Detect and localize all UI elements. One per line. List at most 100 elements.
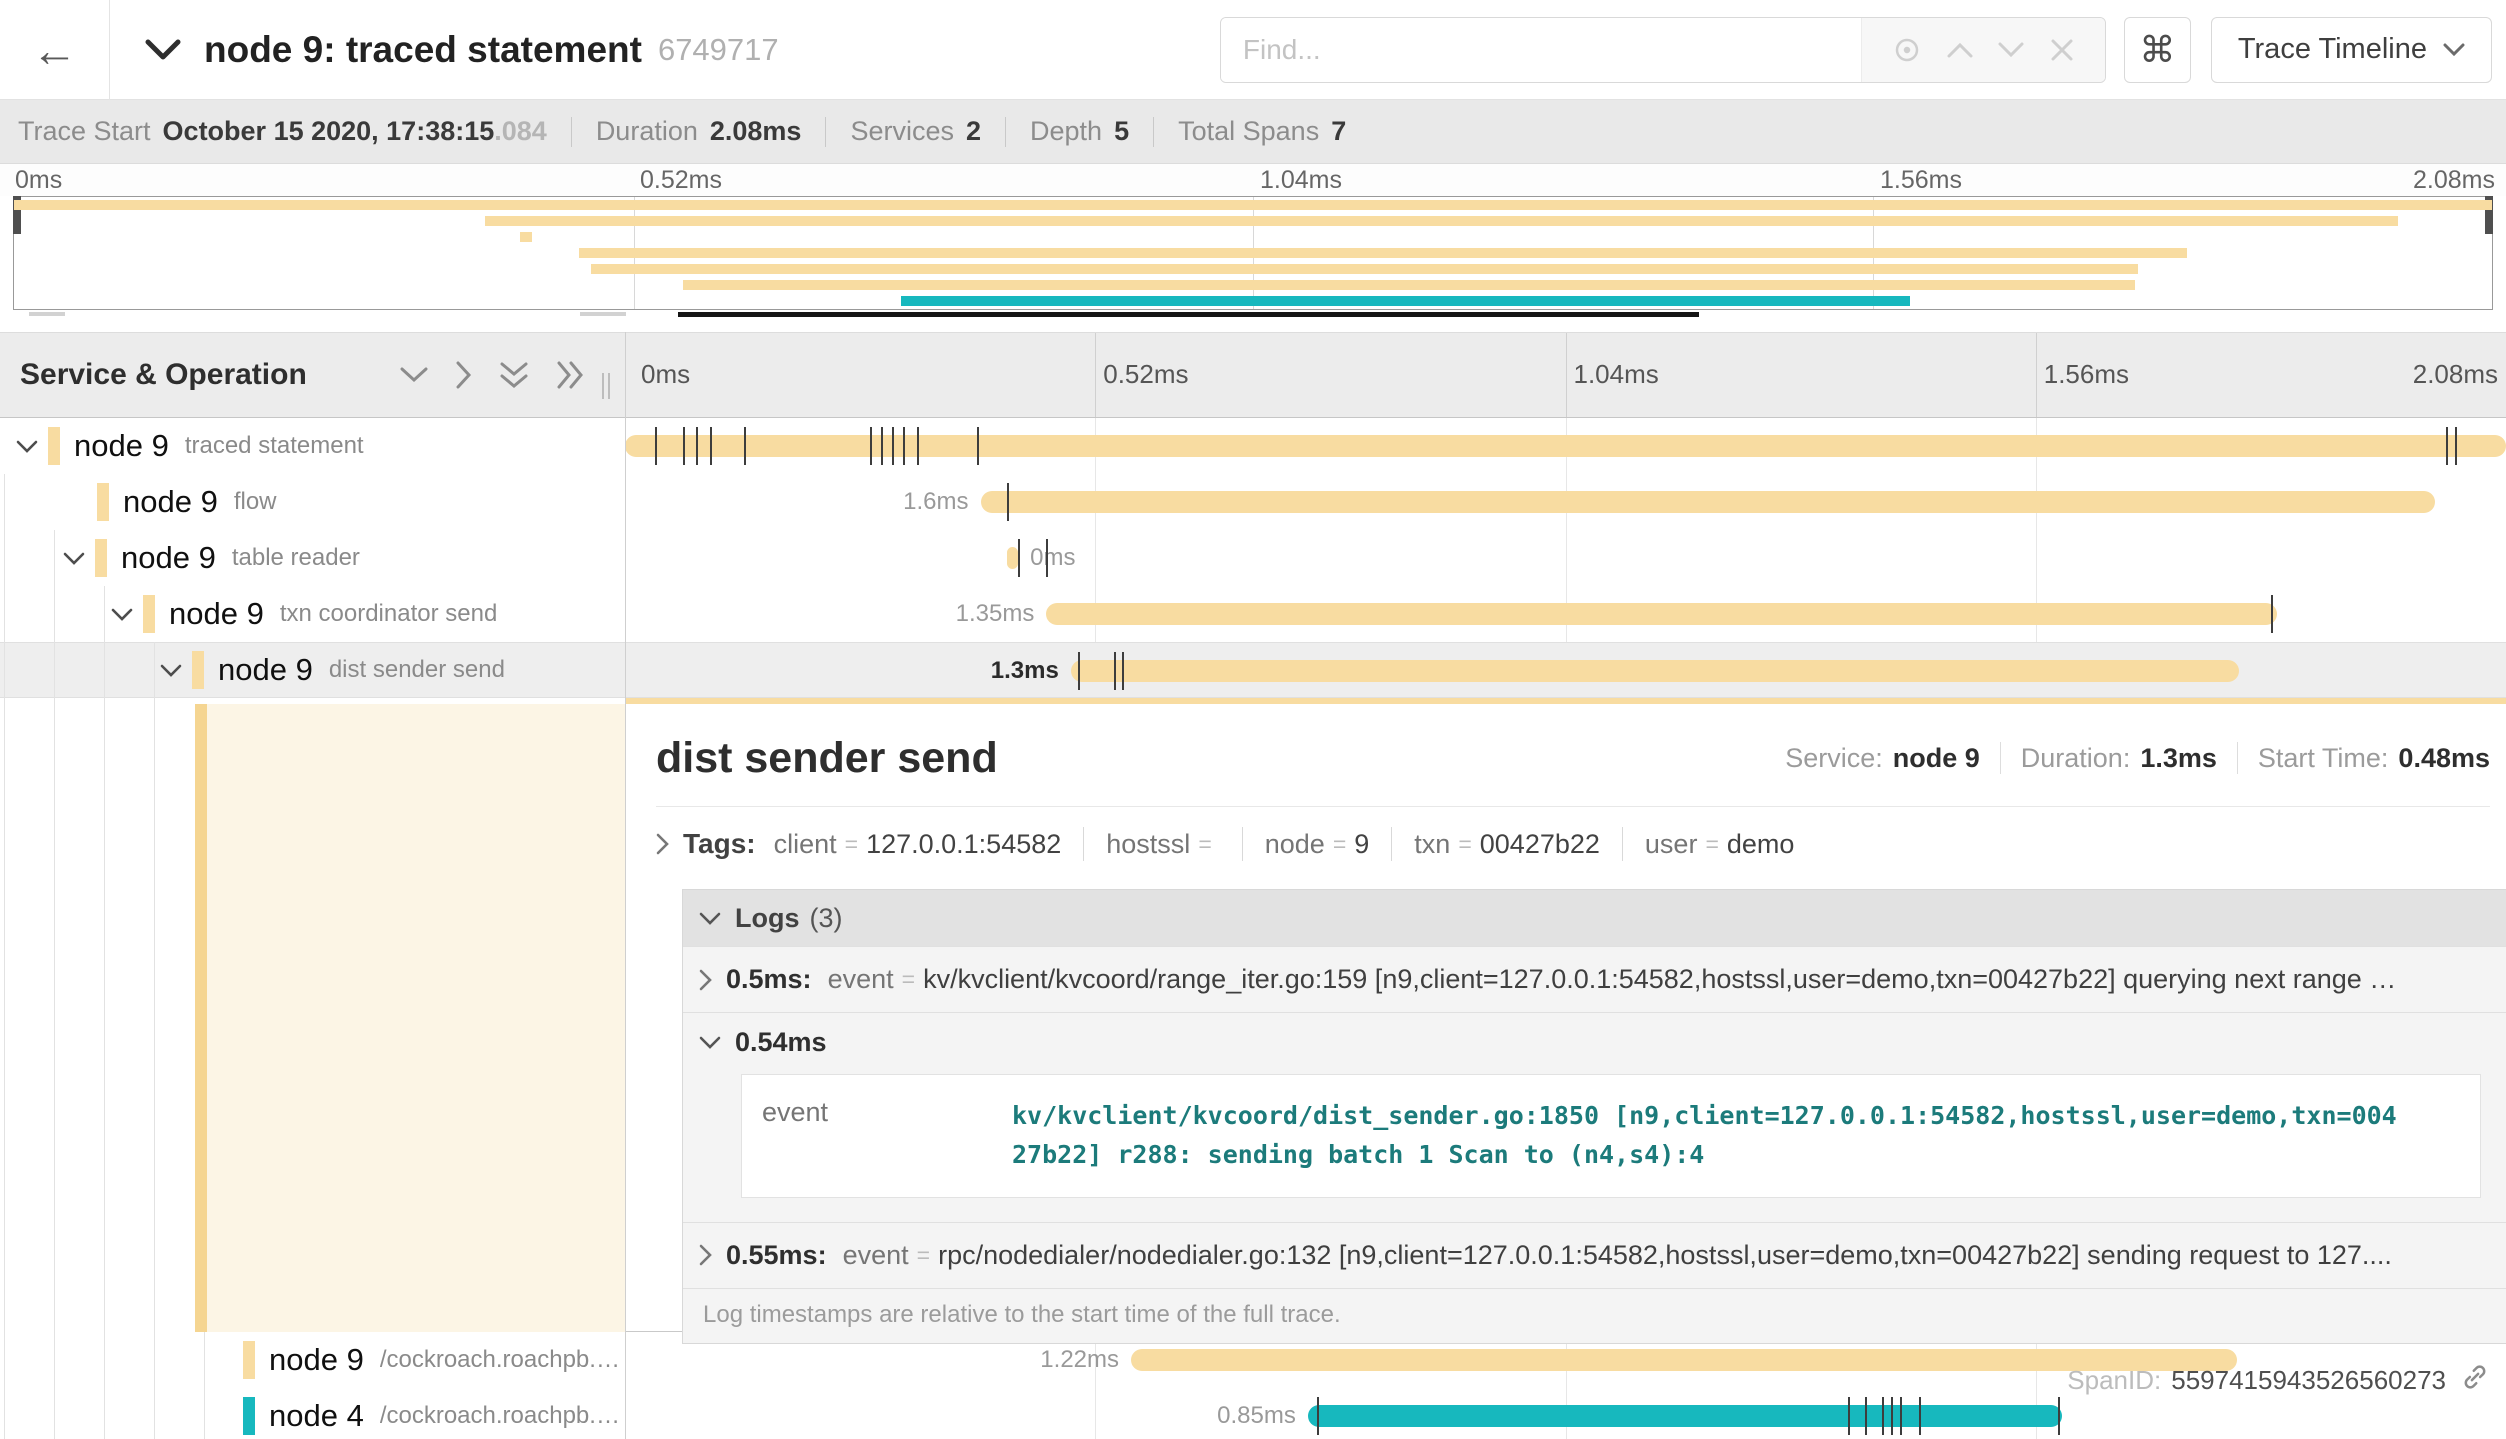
header-actions: ⌘ Trace Timeline bbox=[1220, 17, 2506, 83]
trace-collapse-toggle[interactable] bbox=[144, 38, 182, 62]
timeline-cell[interactable]: 1.35ms bbox=[625, 586, 2506, 642]
service-name[interactable]: node 9 bbox=[169, 596, 264, 632]
log-entry-collapsed[interactable]: 0.55ms: event = rpc/nodedialer/nodediale… bbox=[683, 1222, 2506, 1288]
command-icon: ⌘ bbox=[2139, 29, 2175, 71]
log-marker-tick bbox=[892, 427, 894, 465]
service-name[interactable]: node 9 bbox=[123, 484, 218, 520]
span-row-txn-coordinator-send[interactable]: node 9 txn coordinator send 1.35ms bbox=[0, 586, 2506, 642]
tags-label: Tags: bbox=[683, 828, 756, 860]
operation-name[interactable]: dist sender send bbox=[329, 656, 505, 684]
service-color-swatch bbox=[97, 483, 109, 521]
find-input[interactable] bbox=[1221, 18, 1861, 82]
tag-value: demo bbox=[1727, 829, 1795, 860]
selected-span-accent-bar bbox=[195, 704, 207, 1332]
chevron-down-icon bbox=[699, 912, 721, 925]
collapse-one-icon[interactable] bbox=[399, 366, 429, 384]
operation-name[interactable]: /cockroach.roachpb.I… bbox=[380, 1346, 625, 1374]
column-resize-handle[interactable] bbox=[602, 373, 614, 399]
find-box bbox=[1220, 17, 2106, 83]
tag-key: client bbox=[774, 829, 837, 860]
span-toggle-icon[interactable] bbox=[160, 664, 182, 677]
logs-title: Logs bbox=[735, 903, 800, 934]
minimap-span bbox=[901, 296, 1910, 306]
minimap-focus-bar[interactable] bbox=[678, 312, 1700, 317]
log-marker-tick bbox=[881, 427, 883, 465]
logs-header[interactable]: Logs (3) bbox=[683, 890, 2506, 946]
timeline-cell[interactable]: 0ms bbox=[625, 530, 2506, 586]
operation-name[interactable]: table reader bbox=[232, 544, 360, 572]
tags-accordion[interactable]: Tags: client=127.0.0.1:54582 hostssl= no… bbox=[656, 813, 2490, 875]
deep-link-icon[interactable] bbox=[2460, 1362, 2490, 1399]
info-label: Depth bbox=[1030, 116, 1102, 147]
stat-label: Duration: bbox=[2021, 743, 2131, 774]
span-bar[interactable] bbox=[1007, 547, 1018, 569]
service-color-swatch bbox=[143, 595, 155, 633]
operation-name[interactable]: txn coordinator send bbox=[280, 600, 497, 628]
log-timestamp: 0.54ms bbox=[735, 1027, 827, 1058]
view-selector-button[interactable]: Trace Timeline bbox=[2211, 17, 2492, 83]
log-keyvalue-table: event kv/kvclient/kvcoord/dist_sender.go… bbox=[741, 1074, 2481, 1198]
service-name[interactable]: node 9 bbox=[269, 1342, 364, 1378]
expand-all-icon[interactable] bbox=[555, 360, 585, 390]
expand-one-icon[interactable] bbox=[455, 360, 473, 390]
span-bar[interactable] bbox=[625, 435, 2506, 457]
minimap-canvas[interactable] bbox=[13, 196, 2493, 310]
tag-equals: = bbox=[845, 831, 858, 858]
service-name[interactable]: node 9 bbox=[218, 652, 313, 688]
trace-id: 6749717 bbox=[658, 32, 779, 68]
span-row-traced-statement[interactable]: node 9 traced statement bbox=[0, 418, 2506, 474]
log-value[interactable]: kv/kvclient/kvcoord/dist_sender.go:1850 … bbox=[992, 1075, 2422, 1197]
timeline-cell[interactable]: 1.3ms bbox=[625, 643, 2506, 697]
log-marker-tick bbox=[903, 427, 905, 465]
collapse-all-icon[interactable] bbox=[499, 360, 529, 390]
operation-name[interactable]: traced statement bbox=[185, 432, 364, 460]
service-name[interactable]: node 9 bbox=[74, 428, 169, 464]
service-color-swatch bbox=[95, 539, 107, 577]
keyboard-shortcuts-button[interactable]: ⌘ bbox=[2124, 17, 2191, 83]
span-toggle-icon[interactable] bbox=[111, 608, 133, 621]
logs-footer-note: Log timestamps are relative to the start… bbox=[683, 1288, 2506, 1343]
tree-cell: node 9 /cockroach.roachpb.I… bbox=[0, 1332, 625, 1388]
timeline-cell[interactable] bbox=[625, 418, 2506, 474]
minimap-span bbox=[14, 200, 2492, 210]
column-divider[interactable] bbox=[625, 332, 626, 1439]
chevron-down-icon bbox=[699, 1036, 721, 1049]
find-next-icon[interactable] bbox=[1997, 41, 2025, 59]
log-marker-tick bbox=[870, 427, 872, 465]
log-marker-tick bbox=[2446, 427, 2448, 465]
divider bbox=[1153, 117, 1154, 147]
log-entry-collapsed[interactable]: 0.5ms: event = kv/kvclient/kvcoord/range… bbox=[683, 946, 2506, 1012]
span-bar[interactable] bbox=[1071, 660, 2239, 682]
span-toggle-icon[interactable] bbox=[63, 552, 85, 565]
span-row-flow[interactable]: node 9 flow 1.6ms bbox=[0, 474, 2506, 530]
tag-key: user bbox=[1645, 829, 1698, 860]
tree-cell: node 4 /cockroach.roachpb.I… bbox=[0, 1388, 625, 1439]
span-bar[interactable] bbox=[981, 491, 2435, 513]
log-marker-tick bbox=[1018, 539, 1020, 577]
back-button[interactable]: ← bbox=[0, 0, 110, 100]
span-id-value: 5597415943526560273 bbox=[2171, 1365, 2446, 1396]
operation-name[interactable]: flow bbox=[234, 488, 277, 516]
log-expanded-header[interactable]: 0.54ms bbox=[699, 1027, 2490, 1058]
find-prev-icon[interactable] bbox=[1946, 41, 1974, 59]
info-value: 7 bbox=[1331, 116, 1346, 147]
log-value: rpc/nodedialer/nodedialer.go:132 [n9,cli… bbox=[938, 1240, 2490, 1271]
log-marker-tick bbox=[1078, 652, 1080, 690]
log-marker-tick bbox=[1114, 652, 1116, 690]
span-detail-panel: dist sender send Service: node 9 Duratio… bbox=[626, 698, 2506, 1332]
service-name[interactable]: node 4 bbox=[269, 1398, 364, 1434]
span-row-table-reader[interactable]: node 9 table reader 0ms bbox=[0, 530, 2506, 586]
find-clear-icon[interactable] bbox=[2049, 37, 2075, 63]
axis-tick: 2.08ms bbox=[2413, 166, 2495, 195]
operation-name[interactable]: /cockroach.roachpb.I… bbox=[380, 1402, 625, 1430]
minimap-span bbox=[579, 248, 2187, 258]
tag-equals: = bbox=[1333, 831, 1346, 858]
tree-guide-line bbox=[154, 642, 155, 1439]
service-name[interactable]: node 9 bbox=[121, 540, 216, 576]
span-row-dist-sender-send[interactable]: node 9 dist sender send 1.3ms bbox=[0, 642, 2506, 698]
locate-icon[interactable] bbox=[1892, 35, 1922, 65]
log-marker-tick bbox=[655, 427, 657, 465]
span-toggle-icon[interactable] bbox=[16, 440, 38, 453]
span-bar[interactable] bbox=[1046, 603, 2276, 625]
timeline-cell[interactable]: 1.6ms bbox=[625, 474, 2506, 530]
